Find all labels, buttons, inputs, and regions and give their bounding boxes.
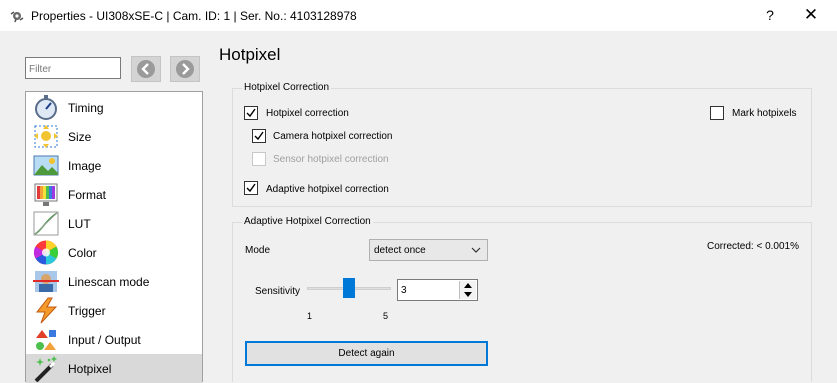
camera-properties-icon <box>10 11 24 23</box>
checkmark-icon <box>246 183 256 193</box>
sidebar-item-label: Trigger <box>68 304 106 318</box>
arrow-left-icon <box>141 63 149 75</box>
sidebar-item-label: Input / Output <box>68 333 141 347</box>
sidebar-item-label: Size <box>68 130 92 144</box>
sidebar-item-label: Image <box>68 159 102 173</box>
camera-hotpixel-correction-checkbox[interactable] <box>252 129 266 143</box>
stopwatch-icon <box>35 95 57 120</box>
linescan-icon <box>33 271 59 292</box>
sensor-hotpixel-correction-checkbox[interactable] <box>252 152 266 166</box>
window-title: Properties - UI308xSE-C | Cam. ID: 1 | S… <box>31 9 357 23</box>
sidebar-item-size[interactable]: Size <box>26 122 202 151</box>
sidebar-item-input-output[interactable]: Input / Output <box>26 325 202 354</box>
forward-button[interactable] <box>170 56 200 82</box>
image-icon <box>33 155 59 176</box>
trigger-icon <box>35 297 58 324</box>
title-bar: Properties - UI308xSE-C | Cam. ID: 1 | S… <box>0 0 837 31</box>
adaptive-hotpixel-correction-label: Adaptive hotpixel correction <box>266 184 389 195</box>
sidebar-item-color[interactable]: Color <box>26 238 202 267</box>
page-title: Hotpixel <box>219 45 281 64</box>
hotpixel-wand-icon <box>34 356 57 382</box>
close-button[interactable]: ✕ <box>796 3 826 27</box>
group-title: Hotpixel Correction <box>242 82 332 93</box>
hotpixel-correction-checkbox[interactable] <box>244 106 258 120</box>
mode-select-value: detect once <box>374 245 426 256</box>
mode-label: Mode <box>245 245 271 256</box>
triangle-up-icon <box>464 283 472 288</box>
sidebar-item-label: Timing <box>68 101 104 115</box>
mode-select[interactable]: detect once <box>369 239 488 261</box>
spin-down-button[interactable] <box>460 290 476 299</box>
sensor-hotpixel-correction-label: Sensor hotpixel correction <box>273 154 389 165</box>
sidebar-item-trigger[interactable]: Trigger <box>26 296 202 325</box>
checkmark-icon <box>246 108 256 118</box>
sensitivity-min-label: 1 <box>307 311 313 321</box>
input-output-icon <box>36 330 56 350</box>
group-title: Adaptive Hotpixel Correction <box>242 216 373 227</box>
filter-input[interactable]: Filter <box>25 57 121 79</box>
sidebar-item-label: LUT <box>68 217 91 231</box>
sidebar-tree: Timing Size Image Format LUT Color Lines… <box>25 91 203 383</box>
back-button[interactable] <box>131 56 161 82</box>
sidebar-item-image[interactable]: Image <box>26 151 202 180</box>
camera-hotpixel-correction-label: Camera hotpixel correction <box>273 131 393 142</box>
detect-again-button[interactable]: Detect again <box>245 341 488 366</box>
sensitivity-max-label: 5 <box>383 311 389 321</box>
chevron-down-icon <box>471 247 481 253</box>
sensitivity-label: Sensitivity <box>255 286 301 297</box>
mark-hotpixels-checkbox[interactable] <box>710 106 724 120</box>
sidebar-item-label: Color <box>68 246 97 260</box>
lut-icon <box>33 211 59 236</box>
sensitivity-spinbox[interactable]: 3 <box>397 279 478 301</box>
size-icon <box>34 125 58 148</box>
help-button[interactable]: ? <box>758 3 782 27</box>
arrow-right-icon <box>182 63 190 75</box>
checkmark-icon <box>254 131 264 141</box>
corrected-status: Corrected: < 0.001% <box>707 241 799 252</box>
sidebar-item-label: Linescan mode <box>68 275 150 289</box>
adaptive-hotpixel-correction-checkbox[interactable] <box>244 181 258 195</box>
sidebar-item-label: Format <box>68 188 107 202</box>
sensitivity-value: 3 <box>401 285 407 296</box>
sidebar-item-timing[interactable]: Timing <box>26 93 202 122</box>
format-icon <box>34 183 58 206</box>
sensitivity-slider-thumb[interactable] <box>343 278 355 298</box>
color-wheel-icon <box>33 240 59 265</box>
sidebar-item-label: Hotpixel <box>68 362 112 376</box>
sidebar-item-lut[interactable]: LUT <box>26 209 202 238</box>
sidebar-item-hotpixel[interactable]: Hotpixel <box>26 354 202 383</box>
sidebar-item-format[interactable]: Format <box>26 180 202 209</box>
triangle-down-icon <box>464 292 472 297</box>
sidebar-item-linescan-mode[interactable]: Linescan mode <box>26 267 202 296</box>
mark-hotpixels-label: Mark hotpixels <box>732 108 797 119</box>
hotpixel-correction-label: Hotpixel correction <box>266 108 349 119</box>
